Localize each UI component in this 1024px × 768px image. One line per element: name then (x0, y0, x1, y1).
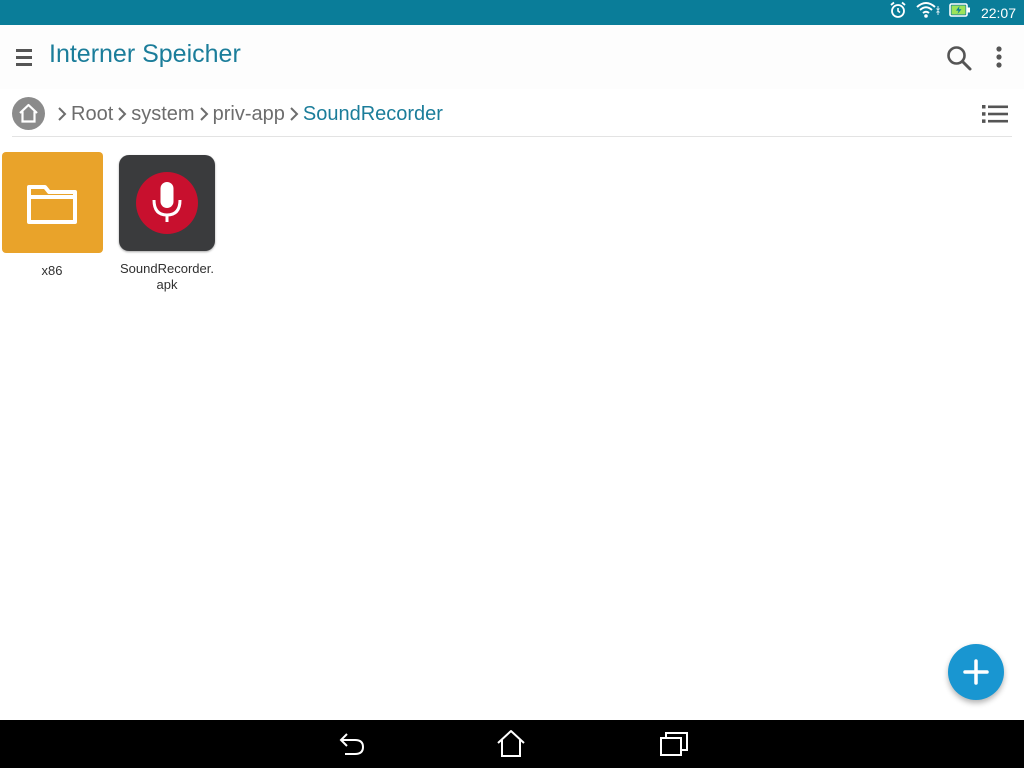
alarm-icon (889, 1, 907, 24)
breadcrumb-trail: Root system priv-app SoundRecorder (54, 101, 444, 127)
breadcrumb-item-current[interactable]: SoundRecorder (302, 103, 444, 126)
app-bar: Interner Speicher (0, 25, 1024, 89)
page-title: Interner Speicher (49, 40, 241, 68)
chevron-right-icon (118, 107, 127, 121)
folder-icon (1, 152, 103, 253)
home-icon[interactable] (12, 97, 45, 130)
file-item-folder[interactable]: x86 (0, 152, 110, 279)
breadcrumb-item-root[interactable]: Root (70, 103, 114, 126)
home-icon[interactable] (494, 728, 528, 760)
breadcrumb: Root system priv-app SoundRecorder (0, 89, 1024, 137)
file-item-apk[interactable]: SoundRecorder. apk (109, 155, 225, 293)
microphone-icon (119, 155, 215, 251)
menu-icon[interactable] (12, 43, 38, 71)
back-icon[interactable] (333, 728, 367, 760)
navigation-bar (0, 720, 1024, 768)
status-icons: 22:07 (889, 0, 1024, 25)
add-icon (963, 659, 989, 685)
chevron-right-icon (199, 107, 209, 121)
status-time: 22:07 (980, 4, 1016, 21)
divider (12, 136, 1012, 137)
add-button[interactable] (948, 644, 1004, 700)
battery-charging-icon (949, 3, 971, 22)
recents-icon[interactable] (657, 728, 691, 760)
file-name: x86 (41, 263, 63, 278)
list-view-icon[interactable] (980, 101, 1010, 127)
file-name: SoundRecorder. apk (120, 261, 214, 292)
chevron-right-icon (290, 107, 299, 121)
chevron-right-icon (58, 107, 67, 121)
wifi-icon (915, 1, 941, 24)
more-vert-icon[interactable] (988, 43, 1010, 73)
breadcrumb-item-system[interactable]: system (130, 103, 195, 126)
search-icon[interactable] (944, 43, 974, 73)
breadcrumb-item-priv-app[interactable]: priv-app (212, 103, 286, 126)
status-bar: 22:07 (0, 0, 1024, 25)
